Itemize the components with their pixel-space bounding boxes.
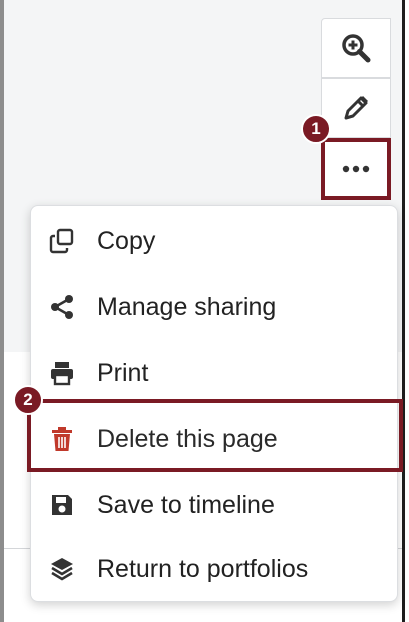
menu-item-print[interactable]: Print bbox=[31, 340, 397, 406]
print-icon bbox=[49, 360, 75, 386]
zoom-in-icon bbox=[341, 33, 371, 63]
menu-item-label: Return to portfolios bbox=[97, 554, 309, 583]
right-border bbox=[402, 0, 405, 622]
menu-item-label: Save to timeline bbox=[97, 490, 275, 519]
menu-item-manage-sharing[interactable]: Manage sharing bbox=[31, 274, 397, 340]
more-options-menu: Copy Manage sharing Print Delete this pa… bbox=[30, 205, 398, 602]
save-icon bbox=[49, 492, 75, 518]
more-options-button[interactable] bbox=[321, 138, 391, 200]
step-badge-1: 1 bbox=[301, 114, 331, 144]
menu-item-label: Copy bbox=[97, 226, 156, 255]
menu-item-label: Delete this page bbox=[97, 424, 278, 453]
share-icon bbox=[49, 294, 75, 320]
step-badge-2: 2 bbox=[13, 385, 43, 415]
layers-icon bbox=[49, 556, 75, 582]
ellipsis-icon bbox=[342, 164, 370, 174]
pencil-icon bbox=[341, 93, 371, 123]
menu-item-copy[interactable]: Copy bbox=[31, 208, 397, 274]
zoom-in-button[interactable] bbox=[321, 18, 391, 78]
menu-item-label: Manage sharing bbox=[97, 292, 277, 321]
copy-icon bbox=[49, 228, 75, 254]
edit-button[interactable] bbox=[321, 78, 391, 138]
menu-item-save-to-timeline[interactable]: Save to timeline bbox=[31, 472, 397, 538]
menu-item-return-to-portfolios[interactable]: Return to portfolios bbox=[31, 536, 397, 602]
menu-item-delete-page[interactable]: Delete this page bbox=[31, 406, 397, 472]
trash-icon bbox=[49, 426, 75, 452]
menu-item-label: Print bbox=[97, 358, 149, 387]
